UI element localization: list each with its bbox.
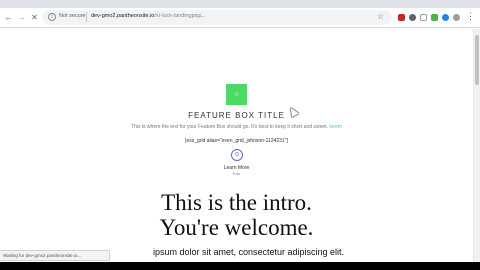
stop-loading-icon[interactable]: ✕	[29, 12, 40, 23]
extension-icon[interactable]	[409, 14, 416, 21]
browser-window: ← → ✕ i Not secure dev-gmo2.pantheonsite…	[0, 0, 480, 262]
back-icon[interactable]: ←	[3, 12, 14, 23]
extension-icon[interactable]	[431, 14, 438, 21]
feature-box-description: This is where the text for your Feature …	[0, 124, 473, 130]
learn-more-subtext: Ens	[233, 171, 240, 176]
intro-line-1: This is the intro.	[161, 190, 312, 215]
profile-avatar-icon[interactable]	[453, 14, 460, 21]
feature-desc-link[interactable]: lorem	[329, 124, 342, 130]
url-path: /sr-lock-landingpag...	[154, 13, 206, 19]
extension-icon[interactable]	[442, 14, 449, 21]
intro-line-2: You're welcome.	[159, 215, 314, 240]
feature-desc-text: This is where the text for your Feature …	[131, 124, 328, 130]
feature-box-title: FEATURE BOX TITLE	[188, 111, 285, 120]
address-bar[interactable]: i Not secure dev-gmo2.pantheonsite.io/sr…	[42, 10, 392, 25]
url-host: dev-gmo2.pantheonsite.io	[91, 13, 155, 19]
url-text[interactable]: dev-gmo2.pantheonsite.io/sr-lock-landing…	[91, 13, 205, 19]
security-label[interactable]: Not secure	[59, 13, 86, 19]
scrollbar-thumb[interactable]	[475, 35, 479, 85]
tab-strip	[0, 0, 480, 8]
extension-icon[interactable]	[398, 14, 405, 21]
grid-shortcode: [ess_grid alias="even_grid_johnson-11242…	[185, 138, 288, 144]
feature-box-icon: ⁘	[226, 84, 247, 105]
intro-heading: This is the intro. You're welcome.	[0, 190, 473, 240]
status-bubble: Waiting for dev-gmo2.pantheonsite.io...	[0, 250, 110, 261]
letterbox-bar	[0, 262, 480, 270]
forward-icon[interactable]: →	[16, 12, 27, 23]
learn-more-circle-icon[interactable]: ⊙	[231, 149, 243, 161]
page-scrollbar[interactable]	[473, 29, 480, 262]
bookmark-star-icon[interactable]: ☆	[377, 12, 384, 21]
page-viewport: ⁘ FEATURE BOX TITLE This is where the te…	[0, 29, 473, 262]
info-icon[interactable]: i	[48, 13, 56, 21]
browser-toolbar: ← → ✕ i Not secure dev-gmo2.pantheonsite…	[0, 8, 480, 28]
browser-menu-icon[interactable]: ⋮	[466, 11, 475, 21]
url-separator	[86, 12, 87, 22]
extension-icon[interactable]	[420, 14, 427, 21]
